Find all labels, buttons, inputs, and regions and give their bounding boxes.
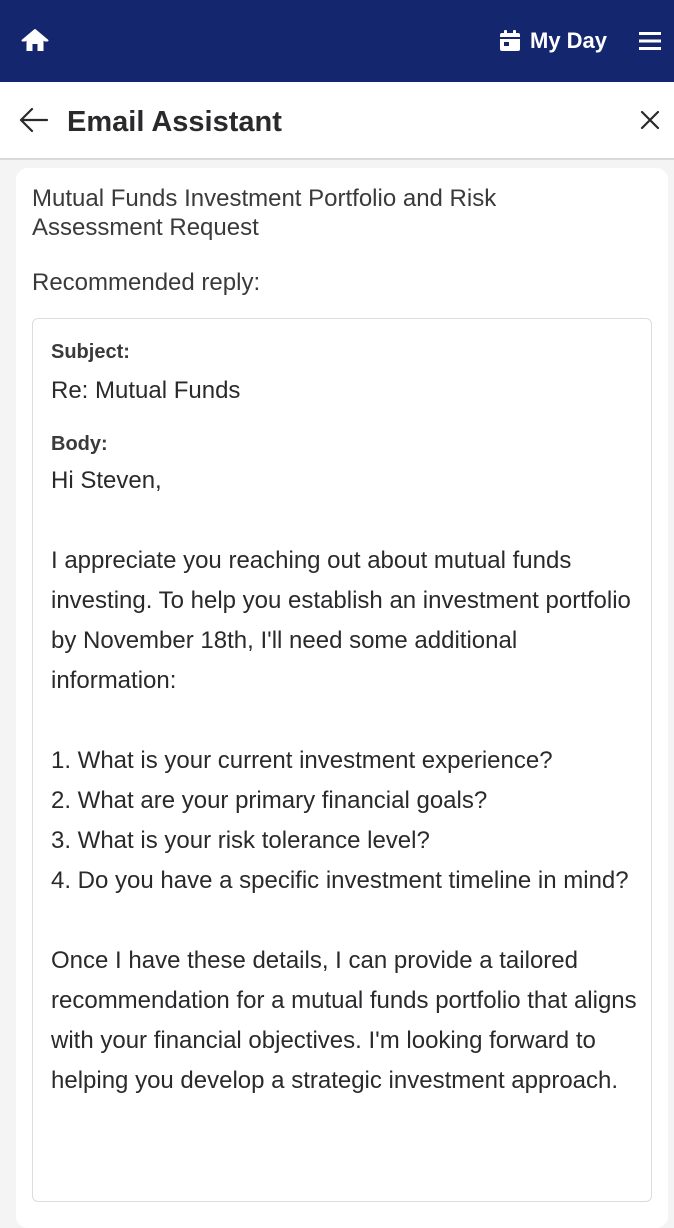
close-button[interactable] xyxy=(636,106,664,134)
question-item: 2. What are your primary financial goals… xyxy=(51,787,488,814)
question-item: 1. What is your current investment exper… xyxy=(51,747,553,774)
arrow-left-icon xyxy=(19,107,49,133)
greeting: Hi Steven, xyxy=(51,467,162,494)
close-icon xyxy=(640,110,660,130)
hamburger-menu-icon xyxy=(639,32,661,50)
recommended-reply-label: Recommended reply: xyxy=(32,269,261,296)
question-item: 4. Do you have a specific investment tim… xyxy=(51,867,629,894)
my-day-button[interactable]: My Day xyxy=(498,24,607,58)
subject-label: Subject: xyxy=(51,341,130,363)
calendar-icon xyxy=(500,30,520,51)
recommended-reply-box[interactable]: Subject: Re: Mutual Funds Body: Hi Steve… xyxy=(32,318,652,1202)
page-title: Email Assistant xyxy=(67,106,282,138)
body-paragraph: Once I have these details, I can provide… xyxy=(51,947,637,1094)
body-label: Body: xyxy=(51,433,108,455)
top-nav-bar: My Day xyxy=(0,0,674,82)
email-subject-line: Mutual Funds Investment Portfolio and Ri… xyxy=(32,185,497,241)
home-icon xyxy=(21,29,49,51)
back-button[interactable] xyxy=(18,104,50,136)
home-button[interactable] xyxy=(20,26,50,56)
email-assistant-card: Mutual Funds Investment Portfolio and Ri… xyxy=(16,168,668,1228)
page-header: Email Assistant xyxy=(0,82,674,160)
my-day-label: My Day xyxy=(530,28,608,53)
subject-value: Re: Mutual Funds xyxy=(51,377,241,404)
menu-button[interactable] xyxy=(638,28,662,54)
question-item: 3. What is your risk tolerance level? xyxy=(51,827,430,854)
reply-body: Hi Steven, I appreciate you reaching out… xyxy=(51,461,647,1101)
body-paragraph: I appreciate you reaching out about mutu… xyxy=(51,547,631,694)
